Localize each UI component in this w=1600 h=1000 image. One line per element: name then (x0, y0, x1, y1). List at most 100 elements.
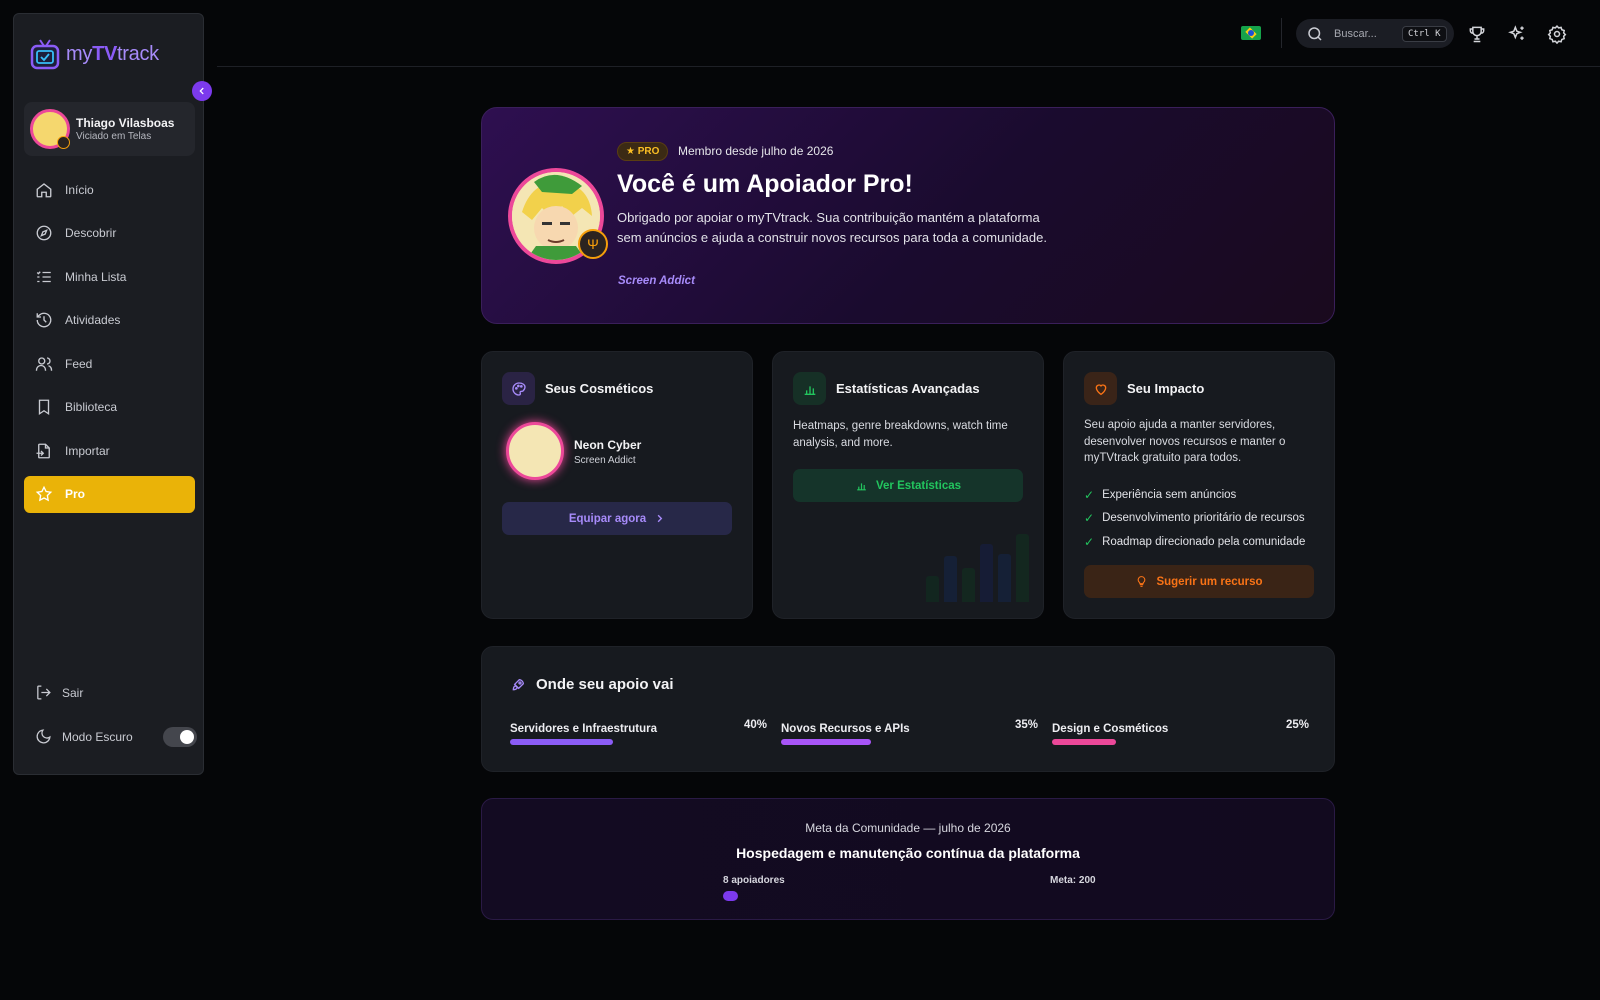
lightbulb-icon (1138, 576, 1146, 587)
allocation-bar (1052, 739, 1309, 745)
history-icon (36, 312, 52, 328)
star-icon (35, 485, 53, 502)
sidebar-item-inicio[interactable]: Início (24, 171, 195, 208)
chevron-right-icon (657, 514, 663, 523)
gear-icon[interactable] (1547, 24, 1567, 44)
card-title: Seus Cosméticos (545, 381, 654, 396)
check-icon: ✓ (1084, 511, 1095, 526)
sidebar-nav: Início Descobrir Minha Lista Atividades … (24, 171, 195, 519)
user-subtitle: Viciado em Telas (76, 131, 152, 142)
advanced-stats-card: Estatísticas Avançadas Heatmaps, genre b… (772, 351, 1044, 619)
logo[interactable]: myTVtrack (30, 38, 159, 70)
equip-button-label: Equipar agora (568, 512, 647, 525)
sidebar: myTVtrack Thiago Vilasboas Viciado em Te… (13, 13, 204, 775)
user-name: Thiago Vilasboas (76, 116, 175, 130)
card-description: Seu apoio ajuda a manter servidores, des… (1084, 419, 1286, 464)
impact-card: Seu Impacto Seu apoio ajuda a manter ser… (1063, 351, 1335, 619)
search-icon (1308, 26, 1322, 41)
allocation-percent: 35% (1014, 719, 1038, 731)
logo-text: myTVtrack (66, 42, 159, 65)
sparkles-icon[interactable] (1507, 24, 1527, 44)
cosmetic-name: Neon Cyber (574, 438, 642, 452)
title-tag: Screen Addict (618, 275, 695, 287)
sidebar-item-label: Feed (65, 356, 93, 371)
list-item: ✓ Desenvolvimento prioritário de recursos (1084, 511, 1305, 526)
member-since: Membro desde julho de 2026 (678, 144, 834, 158)
goal-progress-bar (723, 891, 1093, 901)
search-input[interactable]: Buscar... Ctrl K (1296, 19, 1454, 48)
sidebar-item-biblioteca[interactable]: Biblioteca (24, 389, 195, 426)
logout-icon (37, 685, 51, 700)
pro-hero-card: Ψ ★ PRO Membro desde julho de 2026 Você … (481, 107, 1335, 324)
goal-progress-fill (723, 891, 738, 901)
suggest-feature-label: Sugerir um recurso (1156, 575, 1263, 588)
card-title: Seu Impacto (1127, 381, 1205, 396)
bar-chart-icon (857, 483, 866, 491)
compass-icon (36, 225, 52, 241)
sidebar-item-descobrir[interactable]: Descobrir (24, 215, 195, 252)
benefit-list: ✓ Experiência sem anúncios ✓ Desenvolvimen… (1084, 483, 1305, 554)
heart-icon (1084, 372, 1117, 405)
allocation-bar-fill (781, 739, 871, 745)
view-stats-label: Ver Estatísticas (875, 479, 962, 492)
allocation-row: Novos Recursos e APIs 35% (781, 719, 1038, 745)
sidebar-item-label: Atividades (65, 313, 121, 327)
sidebar-item-atividades[interactable]: Atividades (24, 302, 195, 339)
bar-chart-icon (793, 372, 826, 405)
goal-subtitle: Meta da Comunidade — julho de 2026 (805, 821, 1011, 835)
suggest-feature-button[interactable]: Sugerir um recurso (1084, 565, 1314, 598)
allocation-label: Servidores e Infraestrutura (510, 723, 658, 735)
sidebar-item-label: Biblioteca (65, 400, 118, 414)
pro-badge: ★ PRO (617, 142, 669, 161)
equip-button[interactable]: Equipar agora (502, 502, 732, 535)
page-title: Você é um Apoiador Pro! (617, 170, 913, 198)
sidebar-item-minha-lista[interactable]: Minha Lista (24, 258, 195, 295)
cosmetic-avatar (506, 422, 564, 480)
goal-supporters: 8 apoiadores (723, 875, 785, 886)
user-card[interactable]: Thiago Vilasboas Viciado em Telas (24, 102, 195, 156)
allocation-row: Design e Cosméticos 25% (1052, 719, 1309, 745)
list-icon (36, 270, 51, 282)
sidebar-item-label: Pro (65, 487, 86, 501)
section-title: Onde seu apoio vai (510, 676, 674, 693)
cosmetic-subtitle: Screen Addict (574, 455, 636, 466)
allocation-bar-fill (1052, 739, 1117, 745)
logout-button[interactable]: Sair (35, 684, 83, 701)
moon-icon (36, 729, 51, 744)
sidebar-item-label: Início (65, 182, 94, 197)
decorative-mini-chart (926, 532, 1029, 602)
brazil-flag-icon[interactable] (1241, 26, 1261, 40)
sidebar-item-label: Minha Lista (65, 269, 127, 284)
logout-label: Sair (62, 685, 84, 700)
list-item: ✓ Experiência sem anúncios (1084, 487, 1237, 502)
section-title-label: Onde seu apoio vai (536, 676, 674, 693)
hero-description: Obrigado por apoiar o myTVtrack. Sua con… (617, 210, 1047, 245)
allocation-percent: 40% (743, 719, 767, 731)
sidebar-item-pro[interactable]: Pro (24, 475, 195, 513)
trident-badge-icon: Ψ (578, 229, 608, 259)
sidebar-item-feed[interactable]: Feed (24, 345, 195, 382)
cosmetics-card: Seus Cosméticos Neon Cyber Screen Addict… (481, 351, 753, 619)
trophy-icon[interactable] (1467, 24, 1487, 44)
dark-mode-toggle[interactable] (163, 727, 197, 747)
goal-title: Hospedagem e manutenção contínua da plat… (736, 845, 1080, 861)
import-icon (36, 443, 50, 458)
home-icon (36, 182, 52, 197)
chevron-left-icon (199, 87, 204, 95)
card-description: Heatmaps, genre breakdowns, watch time a… (793, 420, 1008, 449)
allocation-label: Novos Recursos e APIs (781, 723, 910, 735)
sidebar-item-importar[interactable]: Importar (24, 432, 195, 469)
goal-target: Meta: 200 (1050, 875, 1096, 886)
view-stats-button[interactable]: Ver Estatísticas (793, 469, 1023, 502)
allocation-percent: 25% (1285, 719, 1309, 731)
list-item: ✓ Roadmap direcionado pela comunidade (1084, 534, 1306, 549)
search-placeholder: Buscar... (1334, 27, 1377, 40)
users-icon (35, 356, 53, 371)
collapse-sidebar-button[interactable] (192, 81, 212, 101)
allocation-bar-fill (510, 739, 613, 745)
check-icon: ✓ (1084, 487, 1095, 502)
search-shortcut: Ctrl K (1402, 25, 1447, 42)
topbar-separator (1281, 18, 1282, 48)
allocation-label: Design e Cosméticos (1052, 723, 1169, 735)
avatar (30, 109, 70, 149)
